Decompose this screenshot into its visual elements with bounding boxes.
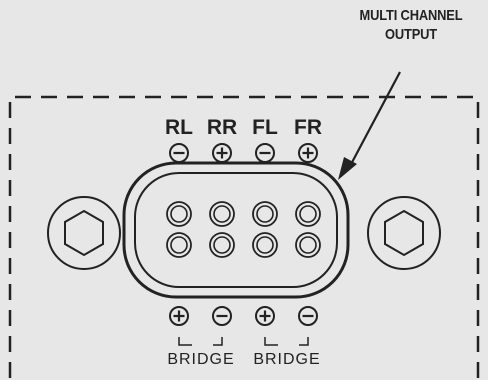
minus-icon	[298, 306, 318, 326]
minus-icon	[169, 143, 189, 163]
bridge-bracket-right-end	[299, 337, 309, 346]
bridge-bracket-right	[264, 337, 278, 346]
channel-label-fr: FR	[294, 116, 322, 139]
callout-line-1: MULTI CHANNEL	[359, 7, 463, 24]
callout-arrow	[338, 71, 401, 180]
left-mounting-screw	[47, 196, 121, 270]
minus-icon	[212, 306, 232, 326]
bridge-bracket-left-end	[213, 337, 223, 346]
plus-icon	[212, 143, 232, 163]
bridge-bracket-left	[178, 337, 192, 346]
plus-icon	[298, 143, 318, 163]
bridge-label-left: BRIDGE	[167, 351, 234, 368]
connector-diagram: RL RR FL FR BRIDGE BRIDGE MULTI CHANNEL OUT…	[0, 0, 488, 380]
diagram-svg: RL RR FL FR BRIDGE BRIDGE	[8, 71, 480, 378]
callout-label: MULTI CHANNEL OUTPUT	[338, 6, 484, 44]
connector-housing	[122, 161, 350, 299]
bottom-polarity-symbols	[169, 306, 318, 326]
channel-label-fl: FL	[252, 116, 278, 139]
plus-icon	[169, 306, 189, 326]
bridge-brackets	[178, 337, 309, 346]
minus-icon	[255, 143, 275, 163]
plus-icon	[255, 306, 275, 326]
top-polarity-symbols	[169, 143, 318, 163]
channel-label-rr: RR	[207, 116, 237, 139]
callout-line-2: OUTPUT	[384, 26, 438, 43]
channel-labels: RL RR FL FR	[165, 116, 322, 139]
bridge-label-right: BRIDGE	[253, 351, 320, 368]
right-mounting-screw	[367, 196, 441, 270]
channel-label-rl: RL	[165, 116, 193, 139]
